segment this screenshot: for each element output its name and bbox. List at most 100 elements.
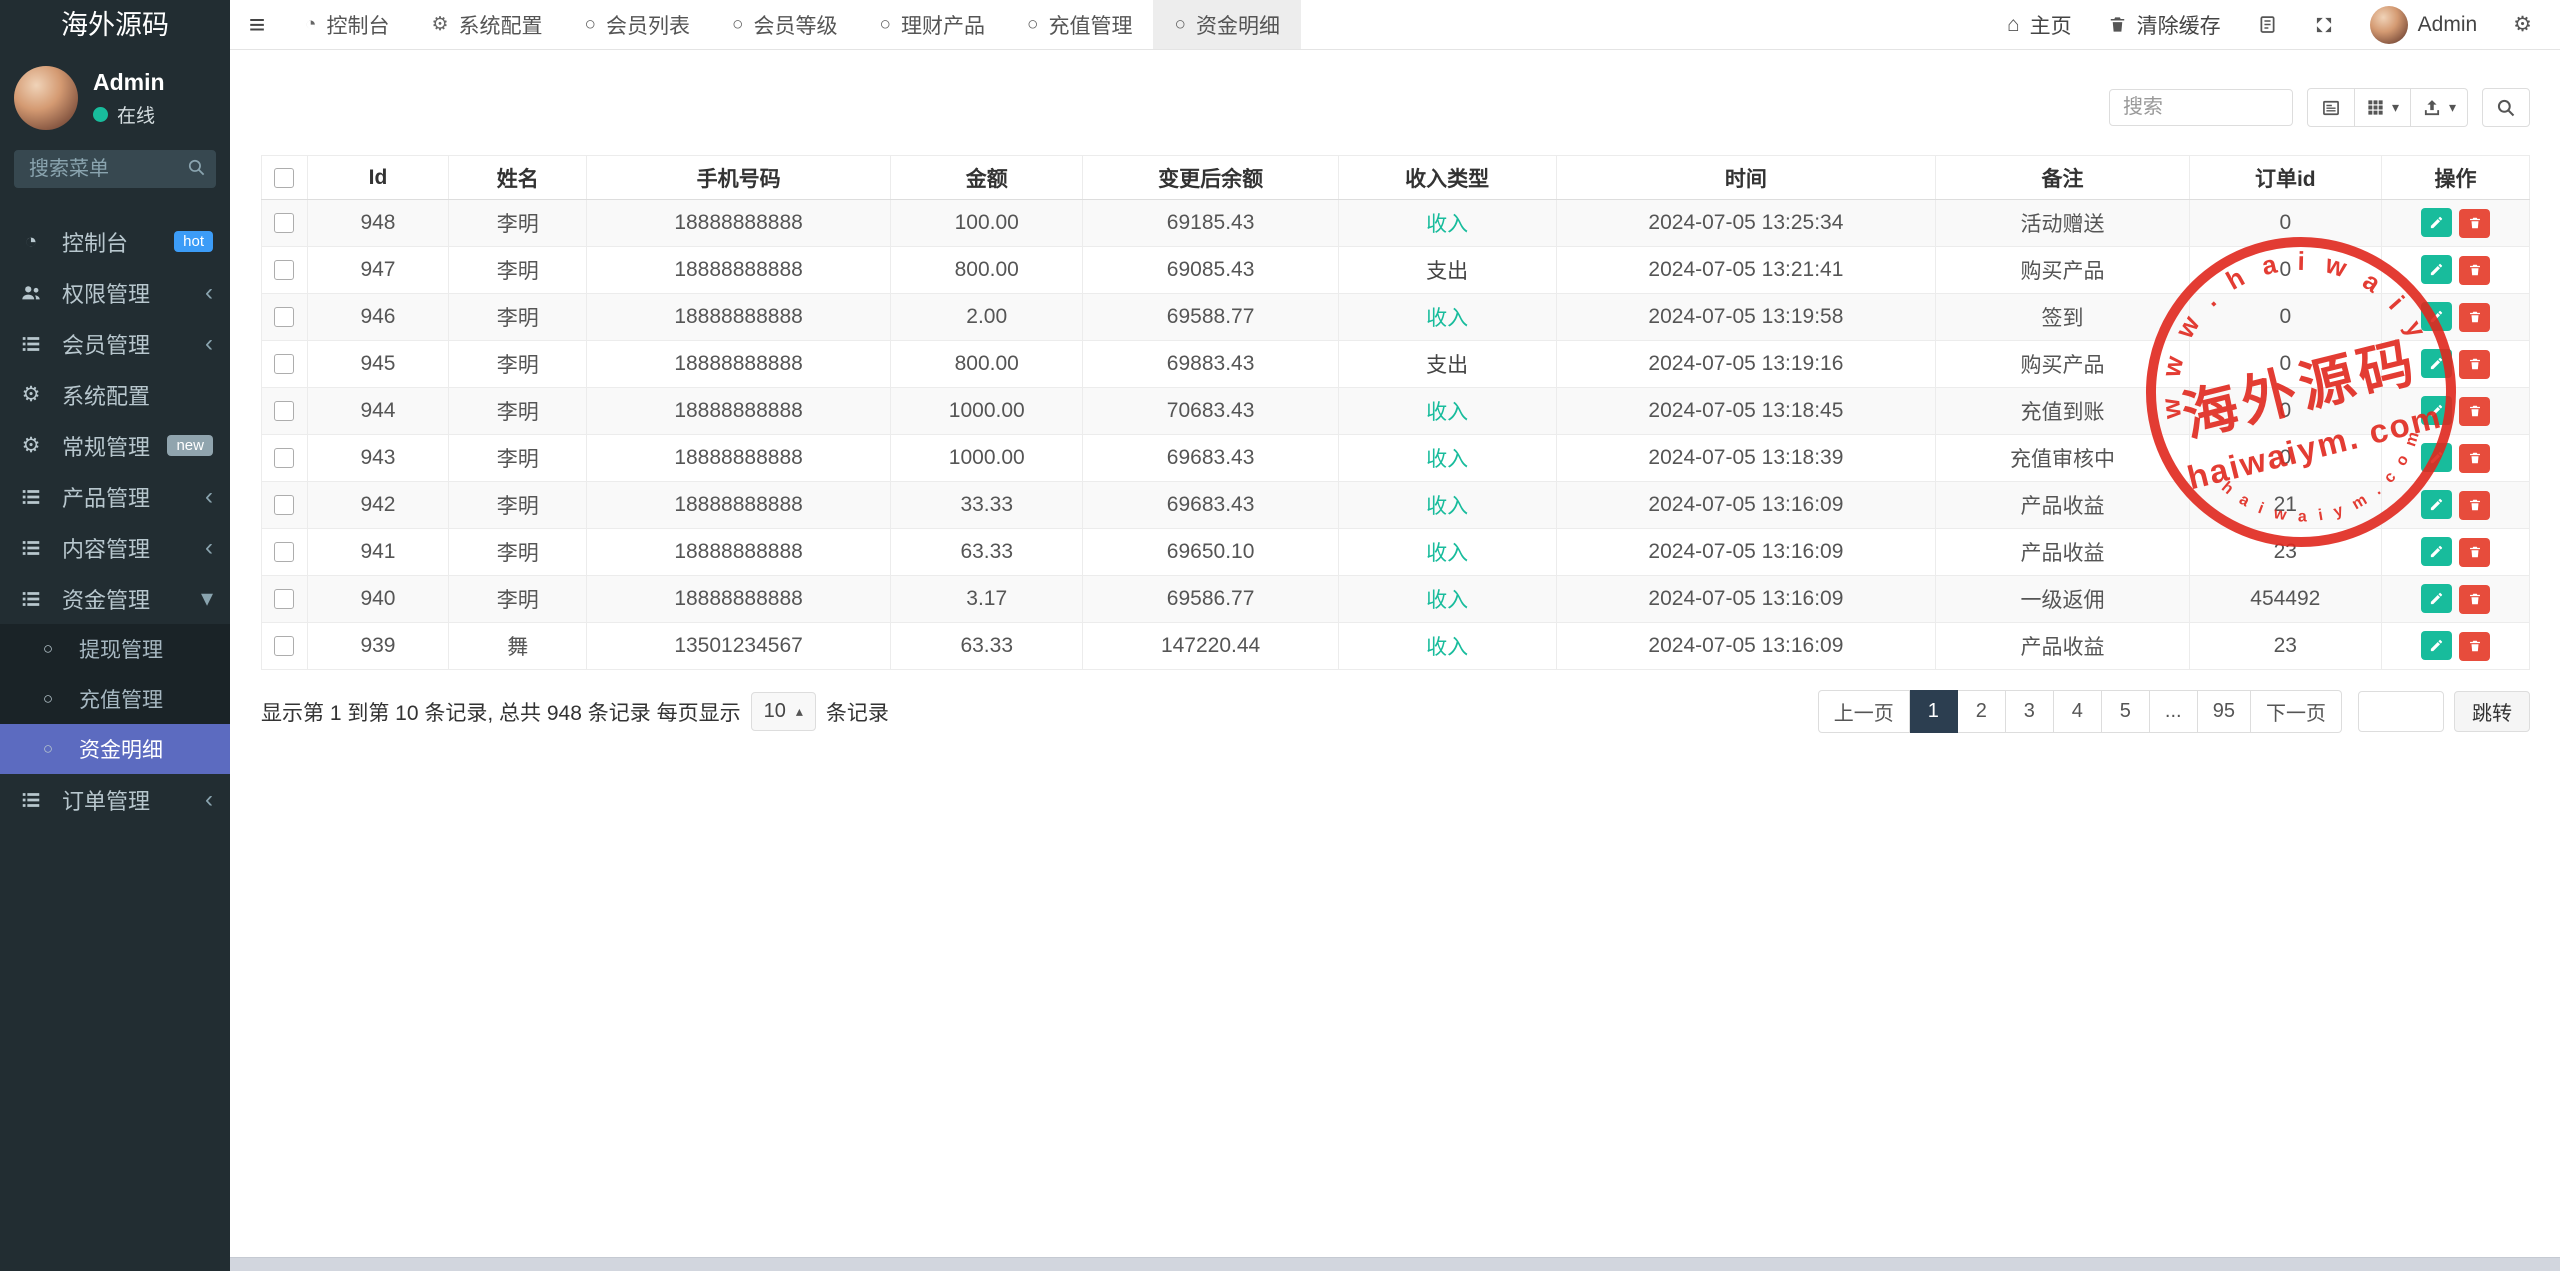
tab-recharge[interactable]: ○ 充值管理 [1006,0,1153,49]
pencil-icon [2429,403,2444,418]
columns-button[interactable]: ▾ [2355,88,2411,127]
delete-button[interactable] [2459,585,2490,614]
dashboard-icon: ◔ [17,230,45,254]
sidebar-item-withdraw[interactable]: ○ 提现管理 [0,624,230,674]
pencil-icon [2429,356,2444,371]
docs-button[interactable] [2257,14,2278,35]
content: ▾ ▾ Id 姓名 手机号码 金额 变更后余额 [230,50,2560,1257]
sidebar-item-products[interactable]: 产品管理 ‹ [0,471,230,522]
toggle-view-button[interactable] [2307,88,2355,127]
sidebar-item-members[interactable]: 会员管理 ‹ [0,318,230,369]
income-type-badge: 支出 [1426,260,1468,283]
delete-button[interactable] [2459,538,2490,567]
sidebar-item-funds[interactable]: 资金管理 ▾ [0,573,230,624]
page-ellipsis[interactable]: ... [2150,690,2198,733]
tab-financial-products[interactable]: ○ 理财产品 [859,0,1006,49]
row-checkbox[interactable] [274,213,294,233]
tab-member-level[interactable]: ○ 会员等级 [711,0,858,49]
hot-badge: hot [174,231,213,252]
page-jump-input[interactable] [2358,691,2444,732]
select-all-checkbox[interactable] [274,168,294,188]
tab-console[interactable]: ◔ 控制台 [284,0,410,49]
page-button-3[interactable]: 3 [2006,690,2054,733]
col-order-id: 订单id [2189,156,2381,200]
pagination: 上一页 1 2 3 4 5 ... 95 下一页 跳转 [1818,690,2530,733]
delete-button[interactable] [2459,350,2490,379]
page-button-1[interactable]: 1 [1910,690,1958,733]
avatar [14,66,78,130]
delete-button[interactable] [2459,209,2490,238]
edit-button[interactable] [2421,255,2452,284]
prev-page-button[interactable]: 上一页 [1818,690,1910,733]
navbar-right: ⌂ 主页 清除缓存 Admin ⚙ [2007,0,2560,49]
next-page-button[interactable]: 下一页 [2251,690,2342,733]
user-status: 在线 [93,101,165,128]
page-button-4[interactable]: 4 [2054,690,2102,733]
row-checkbox[interactable] [274,401,294,421]
page-button-5[interactable]: 5 [2102,690,2150,733]
edit-button[interactable] [2421,584,2452,613]
top-navbar: ≡ ◔ 控制台 ⚙ 系统配置 ○ 会员列表 ○ 会员等级 ○ 理财产品 [230,0,2560,50]
delete-button[interactable] [2459,303,2490,332]
fund-details-table: Id 姓名 手机号码 金额 变更后余额 收入类型 时间 备注 订单id 操作 [261,155,2530,670]
page-jump-button[interactable]: 跳转 [2454,691,2530,732]
page-button-2[interactable]: 2 [1958,690,2006,733]
row-checkbox[interactable] [274,448,294,468]
clear-cache-button[interactable]: 清除缓存 [2108,10,2221,40]
edit-button[interactable] [2421,396,2452,425]
delete-button[interactable] [2459,491,2490,520]
edit-button[interactable] [2421,208,2452,237]
sidebar-item-orders[interactable]: 订单管理 ‹ [0,774,230,825]
sidebar-item-console[interactable]: ◔ 控制台 hot [0,216,230,267]
table-row: 941李明1888888888863.3369650.10 收入 2024-07… [262,529,2530,576]
delete-button[interactable] [2459,632,2490,661]
search-button[interactable] [2482,88,2530,127]
delete-button[interactable] [2459,444,2490,473]
sidebar-item-recharge[interactable]: ○ 充值管理 [0,674,230,724]
row-checkbox[interactable] [274,636,294,656]
edit-button[interactable] [2421,302,2452,331]
delete-button[interactable] [2459,256,2490,285]
sidebar-item-fund-details[interactable]: ○ 资金明细 [0,724,230,774]
row-checkbox[interactable] [274,354,294,374]
delete-button[interactable] [2459,397,2490,426]
trash-icon [2468,451,2482,465]
edit-button[interactable] [2421,443,2452,472]
user-menu[interactable]: Admin [2370,6,2478,44]
row-checkbox[interactable] [274,495,294,515]
sidebar-item-system-config[interactable]: ⚙ 系统配置 [0,369,230,420]
cogs-icon: ⚙ [2513,12,2532,37]
row-checkbox[interactable] [274,589,294,609]
pencil-icon [2429,450,2444,465]
table-row: 944李明188888888881000.0070683.43 收入 2024-… [262,388,2530,435]
edit-button[interactable] [2421,490,2452,519]
tab-fund-details[interactable]: ○ 资金明细 [1153,0,1300,49]
row-checkbox[interactable] [274,542,294,562]
edit-button[interactable] [2421,537,2452,566]
table-row: 943李明188888888881000.0069683.43 收入 2024-… [262,435,2530,482]
circle-icon: ○ [34,689,62,709]
edit-button[interactable] [2421,631,2452,660]
sidebar-item-permissions[interactable]: 权限管理 ‹ [0,267,230,318]
per-page-select[interactable]: 10 ▴ [751,692,816,731]
col-time: 时间 [1556,156,1936,200]
settings-button[interactable]: ⚙ [2513,12,2532,37]
sidebar-item-general[interactable]: ⚙ 常规管理 new [0,420,230,471]
row-checkbox[interactable] [274,307,294,327]
tab-member-list[interactable]: ○ 会员列表 [564,0,711,49]
sidebar-search-button[interactable] [187,158,206,177]
table-search-input[interactable] [2109,89,2293,126]
home-button[interactable]: ⌂ 主页 [2007,10,2072,40]
funds-submenu: ○ 提现管理 ○ 充值管理 ○ 资金明细 [0,624,230,774]
search-icon [2496,98,2516,118]
main-area: ≡ ◔ 控制台 ⚙ 系统配置 ○ 会员列表 ○ 会员等级 ○ 理财产品 [230,0,2560,1271]
page-button-95[interactable]: 95 [2198,690,2251,733]
row-checkbox[interactable] [274,260,294,280]
sidebar-search-input[interactable] [14,150,216,188]
export-button[interactable]: ▾ [2411,88,2468,127]
fullscreen-button[interactable] [2314,15,2334,35]
hamburger-icon[interactable]: ≡ [230,0,284,49]
tab-system-config[interactable]: ⚙ 系统配置 [410,0,563,49]
edit-button[interactable] [2421,349,2452,378]
sidebar-item-content[interactable]: 内容管理 ‹ [0,522,230,573]
